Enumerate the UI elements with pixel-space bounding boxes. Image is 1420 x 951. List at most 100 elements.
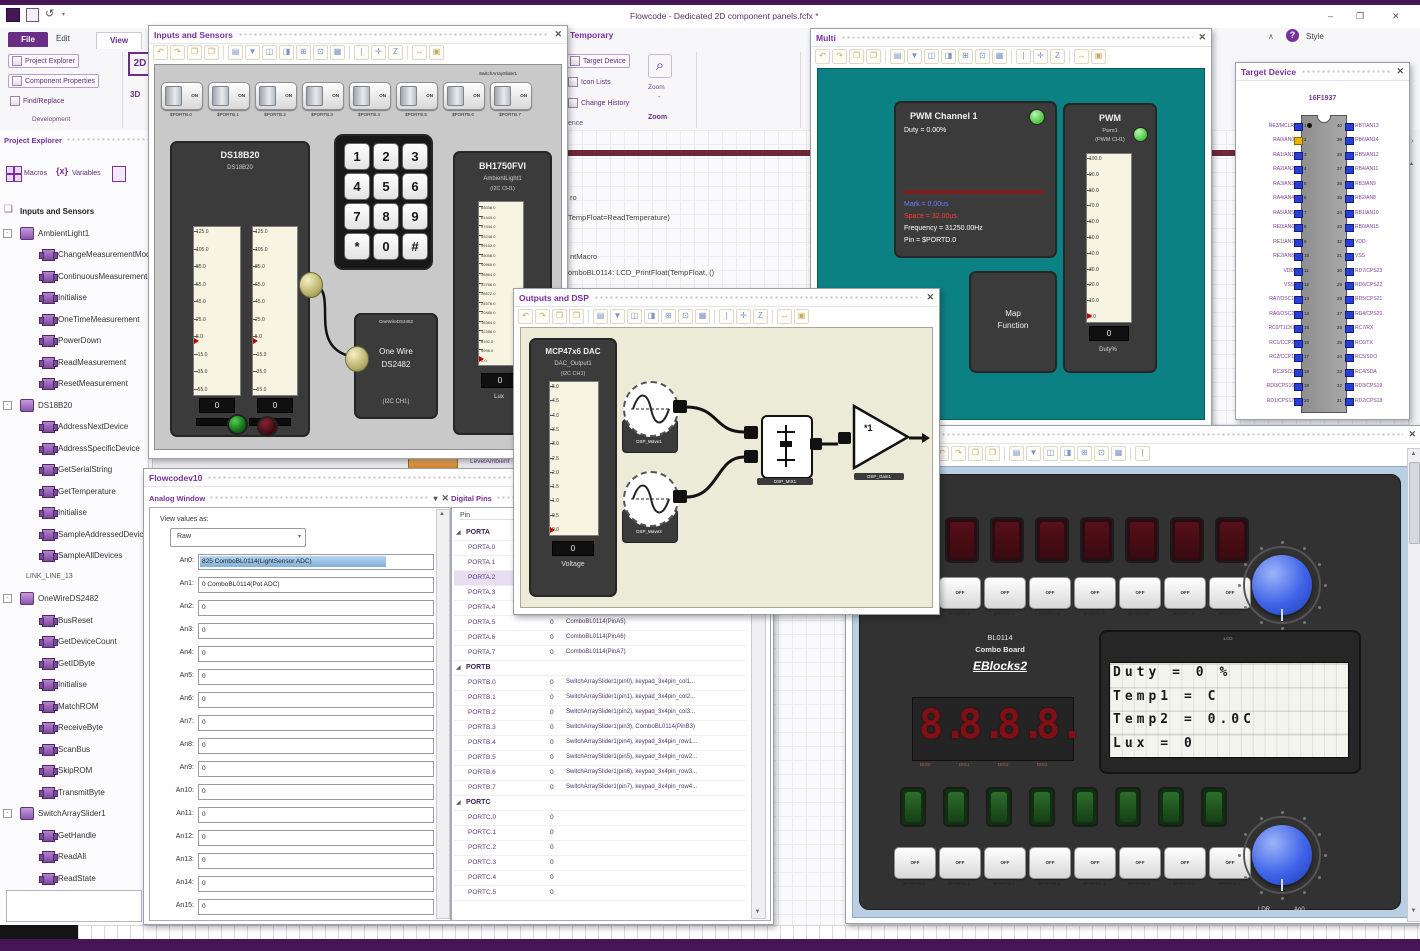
tree-item-ambientlight1[interactable]: - AmbientLight1: [0, 224, 148, 244]
digital-pin-row[interactable]: ◢ PORTC: [454, 796, 746, 811]
board-switch-top[interactable]: OFF: [1164, 577, 1206, 609]
board-switch-bottom[interactable]: OFF: [1119, 847, 1161, 879]
pin-pad-right[interactable]: [1345, 281, 1354, 290]
analog-row-field[interactable]: 0 ComboBL0114(Pot ADC): [198, 577, 434, 593]
tree-item-continuousmeasurement[interactable]: ContinuousMeasurement: [0, 267, 148, 287]
digital-pin-row[interactable]: PORTB.3 0 SwitchArraySlider1(pin3), ComboB…: [454, 721, 746, 736]
board-switch-bottom[interactable]: OFF: [1029, 847, 1071, 879]
analog-row-field[interactable]: 0: [198, 669, 434, 685]
onewire-node-1[interactable]: [299, 272, 323, 298]
tool-icon-9[interactable]: ⊡: [975, 49, 990, 64]
tree-item-transmitbyte[interactable]: TransmitByte: [0, 783, 148, 803]
pin-pad-left[interactable]: [1294, 166, 1303, 175]
pin-pad-left[interactable]: [1294, 123, 1303, 131]
analog-row-field[interactable]: 0: [198, 761, 434, 777]
tree-item-readall[interactable]: ReadAll: [0, 847, 148, 867]
toggle-switch[interactable]: ON: [490, 82, 532, 110]
analog-row-field[interactable]: 0: [198, 692, 434, 708]
analog-vscrollbar[interactable]: [436, 509, 450, 919]
pin-pad-right[interactable]: [1345, 397, 1354, 406]
dac-slider[interactable]: 5.0 4.5 4.0 3.5 3.0 2.5 2.0 1.5 1.0 0.5 0.0: [549, 381, 599, 536]
digital-pin-row[interactable]: PORTA.6 0 ComboBL0114(PinA6): [454, 631, 746, 646]
dsp-wave1-generator[interactable]: [623, 381, 679, 437]
pin-pad-right[interactable]: [1345, 166, 1354, 175]
tree-item-getdevicecount[interactable]: GetDeviceCount: [0, 632, 148, 652]
toggle-switch[interactable]: ON: [443, 82, 485, 110]
pin-pad-right[interactable]: [1345, 137, 1354, 146]
tool-icon-1[interactable]: ↷: [170, 45, 185, 60]
tool-icon-11[interactable]: |: [354, 45, 369, 60]
tree-item-sampleaddresseddevice[interactable]: SampleAddressedDevice: [0, 525, 148, 545]
variables-tab-icon[interactable]: {x}: [56, 166, 68, 176]
tool-icon-12[interactable]: ✛: [1033, 49, 1048, 64]
analog-row-field[interactable]: 0: [198, 623, 434, 639]
close-button[interactable]: ✕: [1392, 11, 1400, 22]
board-switch-top[interactable]: OFF: [1119, 577, 1161, 609]
expand-icon[interactable]: -: [3, 228, 12, 238]
tree-item-addressspecificdevice[interactable]: AddressSpecificDevice: [0, 439, 148, 459]
tree-item-samplealldevices[interactable]: SampleAllDevices: [0, 546, 148, 566]
toggle-switch[interactable]: ON: [161, 82, 203, 110]
pin-pad-left[interactable]: [1294, 195, 1303, 204]
tree-item-readstate[interactable]: ReadState: [0, 869, 148, 889]
ds18b20-slider-2[interactable]: 125.0 105.0 85.0 65.0 45.0 25.0 5.0 -15.0 -35.0-…: [252, 226, 298, 396]
tool-icon-3[interactable]: ❐: [204, 45, 219, 60]
tool-icon-4[interactable]: ▤: [593, 309, 608, 324]
digital-pin-row[interactable]: PORTC.1 0: [454, 826, 746, 841]
pin-pad-left[interactable]: [1294, 224, 1303, 233]
pin-pad-right[interactable]: [1345, 368, 1354, 377]
board-switch-top[interactable]: OFF: [984, 577, 1026, 609]
digital-pin-row[interactable]: PORTA.5 0 ComboBL0114(PinA5): [454, 616, 746, 631]
tool-icon-4[interactable]: ▤: [1009, 446, 1024, 461]
tool-icon-11[interactable]: |: [719, 309, 734, 324]
tool-icon-1[interactable]: ↷: [535, 309, 550, 324]
pin-pad-left[interactable]: [1294, 296, 1303, 305]
tree-item-scanbus[interactable]: ScanBus: [0, 740, 148, 760]
pin-pad-right[interactable]: [1345, 123, 1354, 131]
tool-icon-1[interactable]: ↷: [832, 49, 847, 64]
tool-icon-5[interactable]: ▼: [610, 309, 625, 324]
tool-icon-2[interactable]: ❐: [968, 446, 983, 461]
onewire-node-2[interactable]: [345, 346, 369, 372]
board-switch-bottom[interactable]: OFF: [939, 847, 981, 879]
panel-tab-icon[interactable]: [112, 166, 126, 182]
tree-item-addressnextdevice[interactable]: AddressNextDevice: [0, 417, 148, 437]
pane-close-icon[interactable]: ✕: [441, 493, 449, 503]
tree-item-changemeasurementmode[interactable]: ChangeMeasurementMode: [0, 245, 148, 265]
pin-pad-right[interactable]: [1345, 238, 1354, 247]
map-function-block[interactable]: Map Function: [969, 271, 1057, 373]
tool-icon-8[interactable]: ⊞: [661, 309, 676, 324]
tab-edit[interactable]: Edit: [56, 34, 70, 43]
tool-icon-3[interactable]: ❐: [985, 446, 1000, 461]
pin-pad-right[interactable]: [1345, 339, 1354, 348]
pin-pad-right[interactable]: [1345, 195, 1354, 204]
board-switch-top[interactable]: OFF: [1074, 577, 1116, 609]
window-close-icon[interactable]: ✕: [926, 293, 934, 302]
tool-icon-5[interactable]: ▼: [1026, 446, 1041, 461]
pin-pad-left[interactable]: [1294, 325, 1303, 334]
tool-icon-6[interactable]: ◫: [262, 45, 277, 60]
pin-pad-left[interactable]: [1294, 151, 1303, 160]
tool-icon-7[interactable]: ◨: [644, 309, 659, 324]
tool-icon-13[interactable]: Z: [753, 309, 768, 324]
digital-scroll-down-icon[interactable]: ▼: [752, 909, 763, 915]
digital-pin-row[interactable]: PORTB.4 0 SwitchArraySlider1(pin4), keypad…: [454, 736, 746, 751]
keypad-key-9[interactable]: 9: [402, 203, 428, 230]
restore-button[interactable]: ❐: [1356, 11, 1364, 22]
keypad-key-7[interactable]: 7: [344, 203, 370, 230]
tree-item-powerdown[interactable]: PowerDown: [0, 331, 148, 351]
toggle-switch[interactable]: ON: [349, 82, 391, 110]
digital-pin-row[interactable]: PORTB.2 0 SwitchArraySlider1(pin2), keypad…: [454, 706, 746, 721]
expand-icon[interactable]: -: [3, 809, 12, 818]
tool-icon-10[interactable]: ▦: [330, 45, 345, 60]
pin-pad-left[interactable]: [1294, 354, 1303, 363]
tree-item-initialise[interactable]: Initialise: [0, 288, 148, 308]
ribbon-target-device-toggle[interactable]: Target Device: [566, 54, 630, 68]
tool-icon-15[interactable]: ▣: [429, 45, 444, 60]
ribbon-collapse-icon[interactable]: ∧: [1268, 32, 1274, 41]
digital-pin-row[interactable]: PORTC.4 0: [454, 871, 746, 886]
window-close-icon[interactable]: ✕: [1198, 33, 1206, 42]
analog-row-field[interactable]: 0: [198, 899, 434, 915]
digital-pin-row[interactable]: PORTB.0 0 SwitchArraySlider1(pin0), keypad…: [454, 676, 746, 691]
toggle-switch[interactable]: ON: [396, 82, 438, 110]
